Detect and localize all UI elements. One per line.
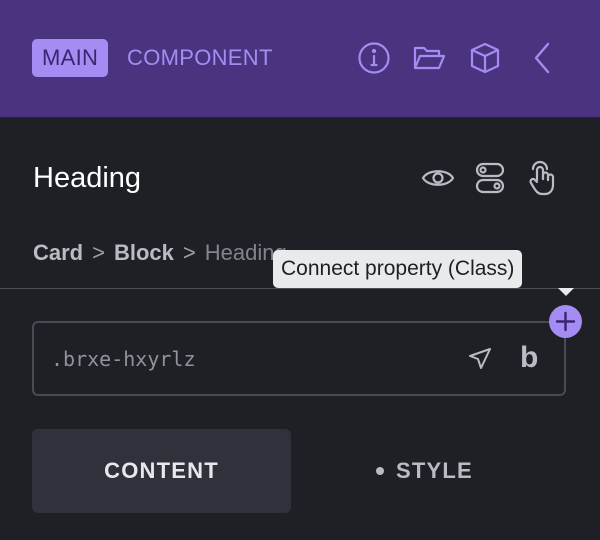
hand-pointer-icon[interactable]	[524, 160, 560, 196]
tooltip-arrow	[558, 288, 574, 296]
tooltip: Connect property (Class)	[273, 250, 523, 288]
cube-icon[interactable]	[467, 40, 503, 76]
tab-style-label: STYLE	[396, 458, 473, 483]
folder-open-icon[interactable]	[411, 40, 447, 76]
component-title: COMPONENT	[127, 45, 273, 70]
element-title: Heading	[33, 162, 142, 194]
cursor-pointer-icon[interactable]	[465, 344, 495, 374]
tab-style[interactable]: STYLE	[372, 429, 512, 513]
breadcrumb: Card > Block > Heading	[33, 238, 287, 268]
add-connection-button[interactable]	[549, 305, 582, 338]
class-selector-field[interactable]: .brxe-hxyrlz b	[32, 321, 566, 396]
class-value: .brxe-hxyrlz	[51, 347, 196, 371]
main-badge: MAIN	[32, 39, 109, 77]
breadcrumb-separator: >	[92, 240, 105, 265]
eye-icon[interactable]	[420, 160, 456, 196]
tab-content[interactable]: CONTENT	[32, 429, 291, 513]
plus-icon	[555, 311, 576, 332]
bold-icon[interactable]: b	[520, 340, 548, 376]
divider	[0, 288, 600, 289]
indicator-dot	[376, 466, 384, 475]
toggle-icon[interactable]	[472, 160, 508, 196]
info-icon[interactable]	[356, 40, 392, 76]
chevron-left-icon[interactable]	[524, 40, 560, 76]
breadcrumb-item-card[interactable]: Card	[33, 240, 83, 265]
top-bar: MAIN COMPONENT	[0, 0, 600, 118]
breadcrumb-separator: >	[182, 240, 196, 265]
breadcrumb-item-block[interactable]: Block	[114, 240, 174, 265]
